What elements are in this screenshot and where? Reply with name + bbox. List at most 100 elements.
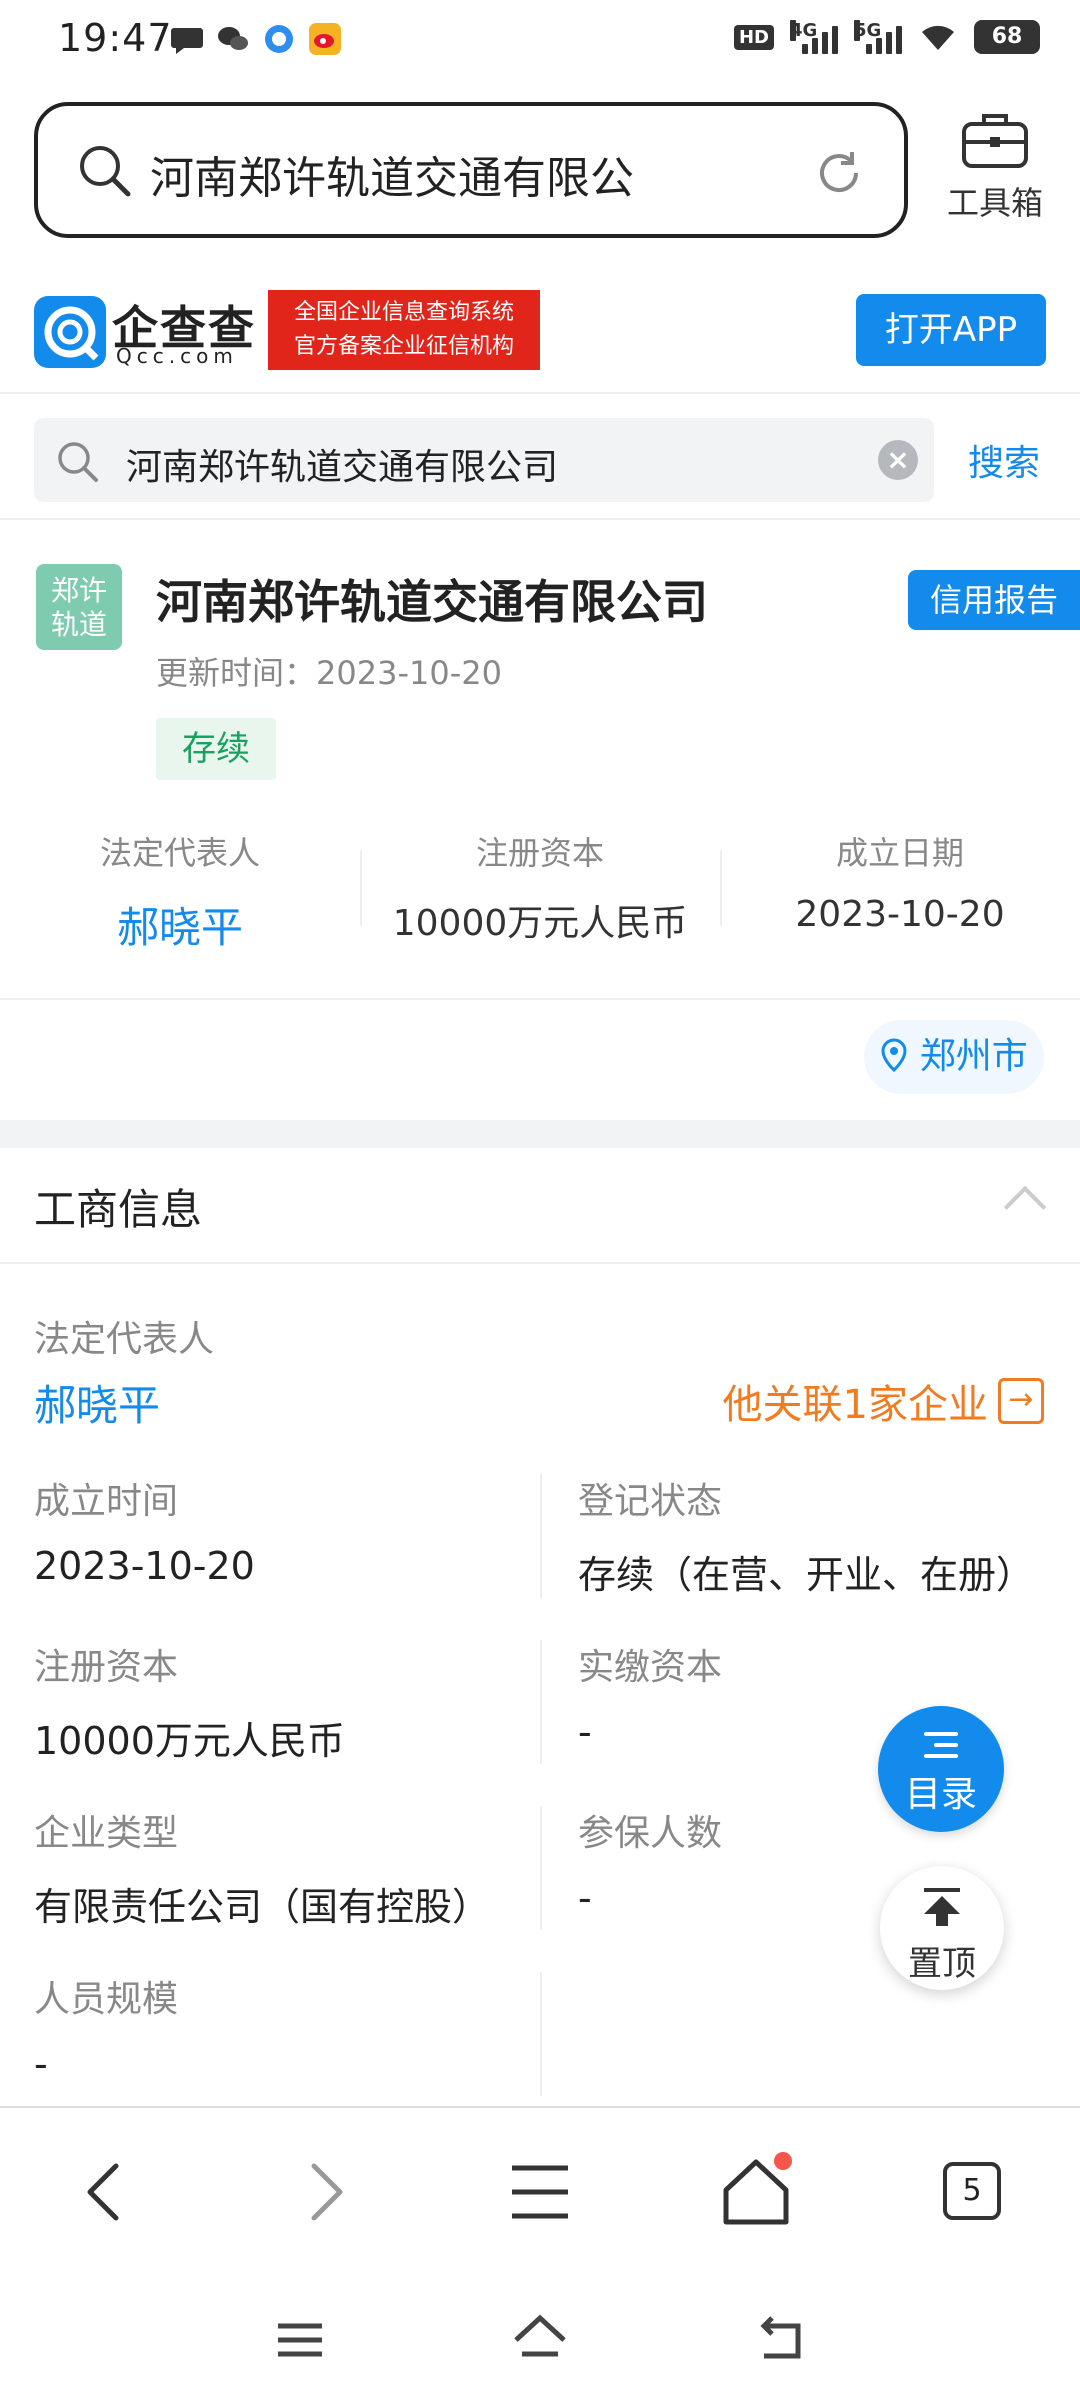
info-value: - bbox=[578, 1876, 592, 1920]
notification-dot bbox=[774, 2152, 792, 2170]
reload-icon[interactable] bbox=[812, 146, 866, 200]
notification-icons bbox=[170, 22, 342, 56]
search-icon bbox=[80, 146, 131, 197]
search-button[interactable]: 搜索 bbox=[968, 434, 1040, 486]
qcc-slogan: 全国企业信息查询系统 官方备案企业征信机构 bbox=[268, 290, 540, 370]
tab-count: 5 bbox=[943, 2162, 1001, 2220]
info-label: 企业类型 bbox=[34, 1813, 179, 1854]
collapse-icon[interactable] bbox=[1003, 1185, 1047, 1229]
back-to-top-button[interactable]: 置顶 bbox=[880, 1866, 1004, 1990]
divider bbox=[0, 998, 1080, 1000]
info-value: 10000万元人民币 bbox=[34, 1719, 345, 1763]
weibo-icon bbox=[309, 23, 341, 55]
search-value[interactable]: 河南郑许轨道交通有限公司 bbox=[126, 438, 558, 490]
search-row: 河南郑许轨道交通有限公司 × 搜索 bbox=[0, 394, 1080, 520]
info-cell: 注册资本 10000万元人民币 bbox=[0, 1626, 540, 1792]
capital-value: 10000万元人民币 bbox=[392, 903, 688, 944]
info-label: 人员规模 bbox=[34, 1979, 179, 2020]
legal-rep-link[interactable]: 郝晓平 bbox=[34, 1372, 160, 1433]
home-button[interactable] bbox=[716, 2152, 796, 2232]
hd-indicator: HD bbox=[733, 24, 774, 50]
legal-rep-section: 法定代表人 郝晓平 他关联1家企业 → bbox=[0, 1290, 1080, 1440]
logo-line-2: 轨道 bbox=[50, 608, 107, 641]
info-cell: 成立时间 2023-10-20 bbox=[0, 1460, 540, 1626]
update-time: 更新时间：2023-10-20 bbox=[156, 654, 502, 692]
business-info-header[interactable]: 工商信息 bbox=[0, 1148, 1080, 1264]
section-gap bbox=[0, 1120, 1080, 1148]
qcc-logo-icon bbox=[34, 296, 106, 368]
clear-icon[interactable]: × bbox=[878, 440, 918, 480]
key-facts: 法定代表人 郝晓平 注册资本 10000万元人民币 成立日期 2023-10-2… bbox=[0, 820, 1080, 960]
capital-cell: 注册资本 10000万元人民币 bbox=[360, 820, 720, 960]
search-input[interactable]: 河南郑许轨道交通有限公司 × bbox=[34, 418, 934, 502]
address-bar[interactable]: 河南郑许轨道交通有限公 bbox=[34, 102, 908, 238]
info-label: 实缴资本 bbox=[578, 1647, 723, 1688]
toc-label: 目录 bbox=[904, 1774, 977, 1815]
info-value: 2023-10-20 bbox=[34, 1544, 255, 1588]
system-back-icon[interactable] bbox=[750, 2310, 810, 2370]
business-info-title: 工商信息 bbox=[34, 1185, 203, 1234]
wifi-icon bbox=[922, 25, 954, 50]
related-companies-link[interactable]: 他关联1家企业 → bbox=[723, 1372, 1044, 1430]
legal-rep-link[interactable]: 郝晓平 bbox=[0, 894, 360, 955]
founded-cell: 成立日期 2023-10-20 bbox=[720, 820, 1080, 960]
wechat-icon bbox=[218, 27, 248, 50]
status-time: 19:47 bbox=[58, 16, 173, 60]
top-label: 置顶 bbox=[908, 1944, 976, 1984]
info-cell: 登记状态 存续（在营、开业、在册） bbox=[540, 1460, 1080, 1626]
back-icon[interactable] bbox=[66, 2152, 146, 2232]
credit-report-button[interactable]: 信用报告 bbox=[908, 570, 1080, 630]
capital-label: 注册资本 bbox=[475, 834, 604, 872]
table-of-contents-button[interactable]: 目录 bbox=[878, 1706, 1004, 1832]
company-name: 河南郑许轨道交通有限公司 bbox=[156, 575, 708, 629]
message-icon bbox=[171, 28, 203, 54]
toolbox-button[interactable]: 工具箱 bbox=[940, 110, 1050, 224]
tabs-button[interactable]: 5 bbox=[932, 2152, 1012, 2232]
system-nav-bar bbox=[0, 2272, 1080, 2400]
legal-rep-label: 法定代表人 bbox=[99, 834, 260, 872]
address-text[interactable]: 河南郑许轨道交通有限公 bbox=[150, 142, 750, 206]
briefcase-icon bbox=[962, 114, 1028, 168]
qcc-domain: Qcc.com bbox=[116, 344, 238, 368]
qcc-header: 企查查 Qcc.com 全国企业信息查询系统 官方备案企业征信机构 打开APP bbox=[0, 272, 1080, 394]
signal-4g-icon: 4G bbox=[790, 20, 838, 54]
forward-icon[interactable] bbox=[284, 2152, 364, 2232]
info-cell: 企业类型 有限责任公司（国有控股） bbox=[0, 1792, 540, 1958]
status-bar: 19:47 HD 4G 5G 68 bbox=[0, 0, 1080, 84]
slogan-line-1: 全国企业信息查询系统 bbox=[293, 300, 514, 325]
city-label: 郑州市 bbox=[919, 1036, 1028, 1077]
open-app-button[interactable]: 打开APP bbox=[856, 294, 1046, 366]
system-home-icon[interactable] bbox=[510, 2310, 570, 2370]
recent-apps-icon[interactable] bbox=[270, 2310, 330, 2370]
table-row: 成立时间 2023-10-20 登记状态 存续（在营、开业、在册） bbox=[0, 1460, 1080, 1626]
arrow-up-icon bbox=[880, 1866, 1004, 1926]
list-icon bbox=[924, 1732, 958, 1758]
city-tag[interactable]: 郑州市 bbox=[864, 1020, 1044, 1094]
info-label: 参保人数 bbox=[578, 1813, 723, 1854]
info-label: 注册资本 bbox=[34, 1647, 179, 1688]
system-indicators: HD 4G 5G 68 bbox=[733, 20, 1040, 54]
info-label: 成立时间 bbox=[34, 1481, 179, 1522]
info-value: 有限责任公司（国有控股） bbox=[34, 1885, 491, 1929]
info-label: 登记状态 bbox=[578, 1481, 723, 1522]
slogan-line-2: 官方备案企业征信机构 bbox=[293, 334, 514, 359]
signal-5g-icon: 5G bbox=[854, 20, 902, 54]
company-card: 郑许 轨道 河南郑许轨道交通有限公司 信用报告 更新时间：2023-10-20 … bbox=[0, 520, 1080, 1120]
company-logo: 郑许 轨道 bbox=[36, 564, 122, 650]
related-label: 他关联1家企业 bbox=[722, 1382, 988, 1428]
toolbox-label: 工具箱 bbox=[946, 184, 1043, 222]
location-icon bbox=[881, 1038, 907, 1073]
legal-rep-label: 法定代表人 bbox=[34, 1319, 215, 1360]
status-badge: 存续 bbox=[156, 718, 276, 780]
battery-icon: 68 bbox=[974, 20, 1040, 54]
info-cell: 人员规模 - bbox=[0, 1958, 540, 2124]
info-value: - bbox=[578, 1710, 592, 1754]
founded-value: 2023-10-20 bbox=[795, 894, 1005, 935]
arrow-right-icon: → bbox=[998, 1378, 1044, 1424]
legal-rep-cell: 法定代表人 郝晓平 bbox=[0, 820, 360, 960]
info-value: - bbox=[34, 2042, 48, 2086]
founded-label: 成立日期 bbox=[835, 834, 964, 872]
menu-icon[interactable] bbox=[500, 2152, 580, 2232]
search-icon bbox=[58, 442, 98, 482]
logo-line-1: 郑许 bbox=[50, 574, 107, 607]
